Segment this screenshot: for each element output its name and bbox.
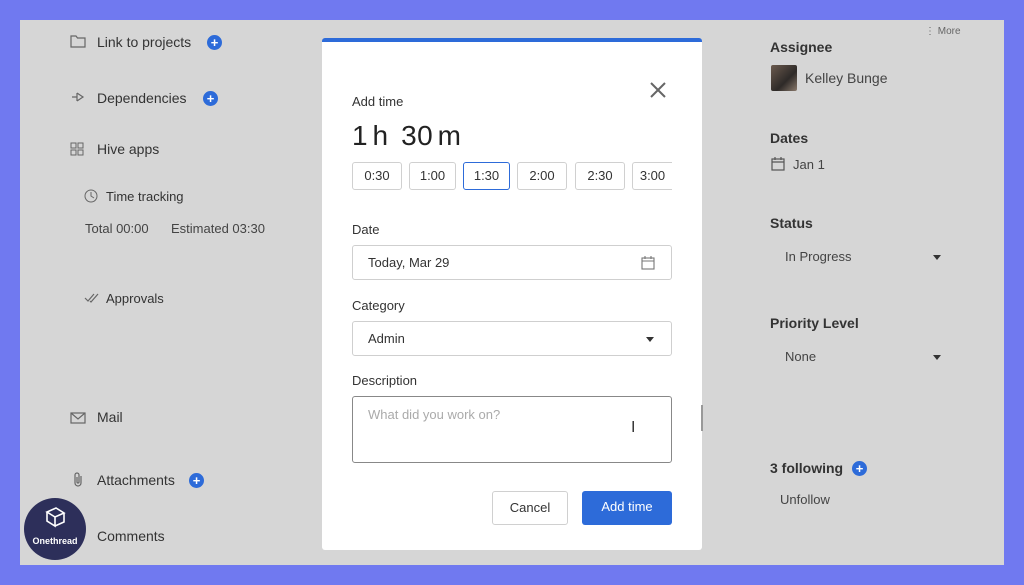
category-select[interactable]: Admin bbox=[352, 321, 672, 356]
onethread-logo: Onethread bbox=[24, 498, 86, 560]
preset-chip[interactable]: 0:30 bbox=[352, 162, 402, 190]
approvals-label[interactable]: Approvals bbox=[106, 291, 164, 306]
preset-chip[interactable]: 3:00 bbox=[632, 162, 672, 190]
duration-hours: 1 bbox=[352, 120, 368, 151]
add-time-button[interactable]: Add time bbox=[582, 491, 672, 525]
preset-chip[interactable]: 1:00 bbox=[409, 162, 456, 190]
approvals-check-icon bbox=[84, 291, 100, 307]
estimated-time-text: Estimated 03:30 bbox=[171, 221, 265, 236]
preset-chip[interactable]: 2:00 bbox=[517, 162, 567, 190]
time-tracking-label[interactable]: Time tracking bbox=[106, 189, 184, 204]
duration-minutes: 30 bbox=[401, 120, 433, 151]
preset-chip[interactable]: 2:30 bbox=[575, 162, 625, 190]
paperclip-icon bbox=[72, 472, 84, 491]
status-caret-icon bbox=[933, 255, 941, 260]
status-title: Status bbox=[770, 215, 813, 231]
duration-minutes-unit: m bbox=[438, 120, 462, 151]
preset-chip-selected[interactable]: 1:30 bbox=[463, 162, 510, 190]
duration-hours-unit: h bbox=[373, 120, 389, 151]
chevron-down-icon bbox=[646, 337, 654, 342]
add-dependency-icon[interactable]: + bbox=[203, 91, 218, 106]
scrollbar-handle[interactable] bbox=[701, 405, 703, 431]
mail-label[interactable]: Mail bbox=[97, 409, 123, 425]
date-label: Date bbox=[352, 222, 379, 237]
text-cursor-icon: I bbox=[631, 419, 635, 437]
duration-display: 1 h 30 m bbox=[352, 120, 462, 152]
priority-value: None bbox=[785, 349, 816, 364]
dates-title: Dates bbox=[770, 130, 808, 146]
description-textarea[interactable]: What did you work on? I bbox=[352, 396, 672, 463]
close-icon[interactable] bbox=[648, 80, 668, 100]
date-input[interactable]: Today, Mar 29 bbox=[352, 245, 672, 280]
priority-caret-icon bbox=[933, 355, 941, 360]
category-value: Admin bbox=[368, 331, 405, 346]
dependencies-icon bbox=[70, 90, 86, 107]
status-value: In Progress bbox=[785, 249, 851, 264]
calendar-icon bbox=[771, 157, 785, 174]
hive-apps-label[interactable]: Hive apps bbox=[97, 141, 159, 157]
dependencies-label[interactable]: Dependencies bbox=[97, 90, 187, 106]
logo-mark-icon bbox=[43, 506, 67, 532]
total-time-text: Total 00:00 bbox=[85, 221, 149, 236]
assignee-name[interactable]: Kelley Bunge bbox=[805, 70, 888, 86]
mail-icon bbox=[70, 411, 86, 427]
comments-label[interactable]: Comments bbox=[97, 528, 165, 544]
unfollow-button[interactable]: Unfollow bbox=[780, 492, 830, 507]
add-project-link-icon[interactable]: + bbox=[207, 35, 222, 50]
category-label: Category bbox=[352, 298, 405, 313]
folder-icon bbox=[70, 34, 86, 51]
priority-title: Priority Level bbox=[770, 315, 859, 331]
cancel-button[interactable]: Cancel bbox=[492, 491, 568, 525]
app-frame: Link to projects + Dependencies + Hive a… bbox=[20, 20, 1004, 565]
add-follower-icon[interactable]: + bbox=[852, 461, 867, 476]
assignee-title: Assignee bbox=[770, 39, 832, 55]
link-to-projects-label[interactable]: Link to projects bbox=[97, 34, 191, 50]
add-attachment-icon[interactable]: + bbox=[189, 473, 204, 488]
attachments-label[interactable]: Attachments bbox=[97, 472, 175, 488]
description-label: Description bbox=[352, 373, 417, 388]
clock-icon bbox=[84, 189, 98, 206]
modal-title: Add time bbox=[352, 94, 403, 109]
more-menu[interactable]: ⋮ More bbox=[925, 26, 961, 37]
avatar[interactable] bbox=[771, 65, 797, 91]
more-label: More bbox=[938, 26, 961, 37]
description-placeholder: What did you work on? bbox=[368, 407, 500, 422]
add-time-modal: Add time 1 h 30 m 0:30 1:00 1:30 2:00 2:… bbox=[322, 38, 702, 550]
calendar-icon bbox=[641, 256, 655, 275]
logo-text: Onethread bbox=[24, 536, 86, 546]
apps-grid-icon bbox=[70, 142, 84, 159]
date-value: Today, Mar 29 bbox=[368, 255, 449, 270]
following-count: 3 following bbox=[770, 460, 843, 476]
dates-value[interactable]: Jan 1 bbox=[793, 157, 825, 172]
